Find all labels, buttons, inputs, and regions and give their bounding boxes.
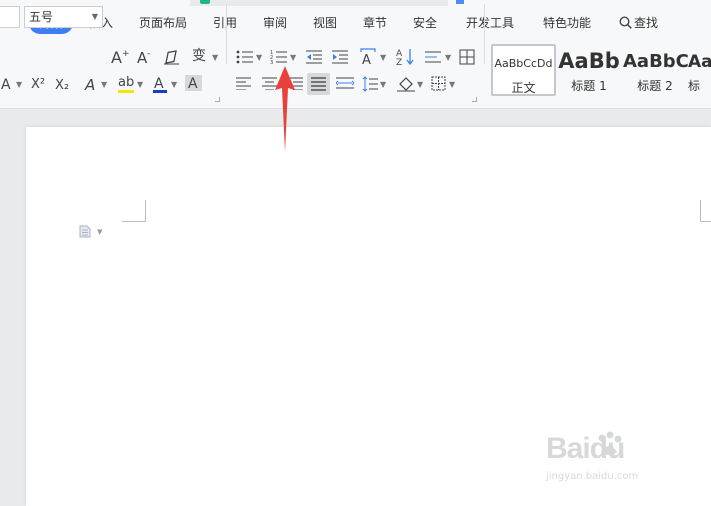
style-heading-2[interactable]: AaBbC 标题 2 xyxy=(622,44,688,96)
document-tab-icon xyxy=(200,0,210,4)
minus-icon: - xyxy=(147,49,151,59)
menu-bar: ▽ 开始 插入 页面布局 引用 审阅 视图 章节 安全 开发工具 特色功能 查找 xyxy=(0,6,711,40)
phonetic-guide-button[interactable]: 变 xyxy=(192,47,206,65)
chevron-down-icon: ▼ xyxy=(91,12,98,21)
style-heading-3[interactable]: AaI 标 xyxy=(688,44,711,96)
font-color-bar xyxy=(153,90,167,93)
group-divider xyxy=(226,4,227,64)
chevron-down-icon[interactable]: ▼ xyxy=(445,53,451,62)
tab-review[interactable]: 审阅 xyxy=(263,16,287,30)
style-label: 标题 2 xyxy=(637,79,673,93)
style-preview: AaBbCcDd xyxy=(494,57,553,70)
justify-icon[interactable] xyxy=(311,77,326,91)
search-icon[interactable] xyxy=(619,16,632,29)
style-normal[interactable]: AaBbCcDd 正文 xyxy=(491,44,556,96)
bullet-list-icon[interactable] xyxy=(236,50,254,64)
tab-view[interactable]: 视图 xyxy=(313,16,337,30)
clear-format-icon[interactable] xyxy=(163,50,180,65)
baidu-watermark: Baidu jingyan.baidu.com xyxy=(546,430,696,490)
increase-indent-icon[interactable] xyxy=(332,50,348,64)
chevron-down-icon[interactable]: ▼ xyxy=(380,80,386,89)
chevron-down-icon[interactable]: ▼ xyxy=(290,53,296,62)
distributed-align-icon[interactable] xyxy=(336,76,354,91)
style-preview: AaBbC xyxy=(623,51,688,72)
chevron-down-icon[interactable]: ▼ xyxy=(137,80,143,89)
text-effect-button[interactable]: A xyxy=(85,76,95,94)
grow-font-button[interactable]: A xyxy=(111,49,122,67)
numbered-list-icon[interactable]: 1 2 3 xyxy=(270,49,288,65)
tab-developer[interactable]: 开发工具 xyxy=(466,16,514,30)
subscript-button[interactable]: X₂ xyxy=(55,77,69,95)
chevron-down-icon[interactable]: ▼ xyxy=(212,53,218,62)
highlight-color-bar xyxy=(118,90,134,93)
paw-logo-icon xyxy=(598,431,622,455)
chevron-down-icon[interactable]: ▼ xyxy=(16,80,22,89)
font-size-value: 五号 xyxy=(29,10,54,24)
paragraph-dialog-launcher[interactable] xyxy=(472,97,477,102)
style-preview: AaI xyxy=(688,52,711,72)
watermark-url: jingyan.baidu.com xyxy=(546,471,639,482)
tab-page-layout[interactable]: 页面布局 xyxy=(139,16,187,30)
superscript-button[interactable]: X² xyxy=(31,76,45,94)
svg-text:3: 3 xyxy=(270,60,273,65)
margin-corner-mark xyxy=(700,200,711,222)
line-break-icon[interactable] xyxy=(425,50,443,64)
margin-corner-mark xyxy=(122,200,146,222)
search-label[interactable]: 查找 xyxy=(634,16,658,30)
shrink-font-button[interactable]: A xyxy=(137,49,147,67)
document-tab-icon-active xyxy=(456,0,464,4)
style-heading-1[interactable]: AaBb 标题 1 xyxy=(556,44,622,96)
paragraph-shading-icon[interactable] xyxy=(397,76,415,92)
chevron-down-icon[interactable]: ▼ xyxy=(449,80,455,89)
annotation-arrow xyxy=(275,66,295,152)
text-direction-icon[interactable]: A xyxy=(358,47,378,65)
sort-icon[interactable]: A Z xyxy=(396,47,414,66)
font-size-select[interactable]: 五号 ▼ xyxy=(24,6,103,28)
text-effect-partial-button[interactable]: A xyxy=(1,76,11,94)
borders-icon[interactable] xyxy=(431,76,446,91)
tab-section[interactable]: 章节 xyxy=(363,16,387,30)
char-shading-button[interactable]: A xyxy=(188,75,198,93)
group-divider xyxy=(484,4,485,64)
font-dialog-launcher[interactable] xyxy=(215,97,220,102)
plus-icon: + xyxy=(122,49,130,59)
align-left-icon[interactable] xyxy=(236,77,251,90)
tab-security[interactable]: 安全 xyxy=(413,16,437,30)
decrease-indent-icon[interactable] xyxy=(306,50,322,64)
tab-references[interactable]: 引用 xyxy=(213,16,237,30)
style-gallery: AaBbCcDd 正文 AaBb 标题 1 AaBbC 标题 2 AaI 标 xyxy=(491,44,711,96)
chevron-down-icon[interactable]: ▼ xyxy=(417,80,423,89)
chevron-down-icon[interactable]: ▼ xyxy=(171,80,177,89)
chevron-down-icon[interactable]: ▼ xyxy=(101,80,107,89)
paragraph-layout-icon[interactable] xyxy=(79,225,91,238)
style-label: 标题 1 xyxy=(571,79,607,93)
tab-special-features[interactable]: 特色功能 xyxy=(543,16,591,30)
chevron-down-icon[interactable]: ▼ xyxy=(256,53,262,62)
chevron-down-icon[interactable]: ▼ xyxy=(380,53,386,62)
chevron-down-icon[interactable]: ▼ xyxy=(97,228,102,236)
style-preview: AaBb xyxy=(558,49,620,73)
line-spacing-icon[interactable] xyxy=(362,76,378,92)
style-label: 标 xyxy=(688,79,701,93)
table-border-icon[interactable] xyxy=(459,49,475,65)
svg-text:Z: Z xyxy=(396,58,402,66)
svg-text:A: A xyxy=(362,53,371,65)
style-label: 正文 xyxy=(511,81,536,95)
font-name-select[interactable] xyxy=(0,6,20,28)
